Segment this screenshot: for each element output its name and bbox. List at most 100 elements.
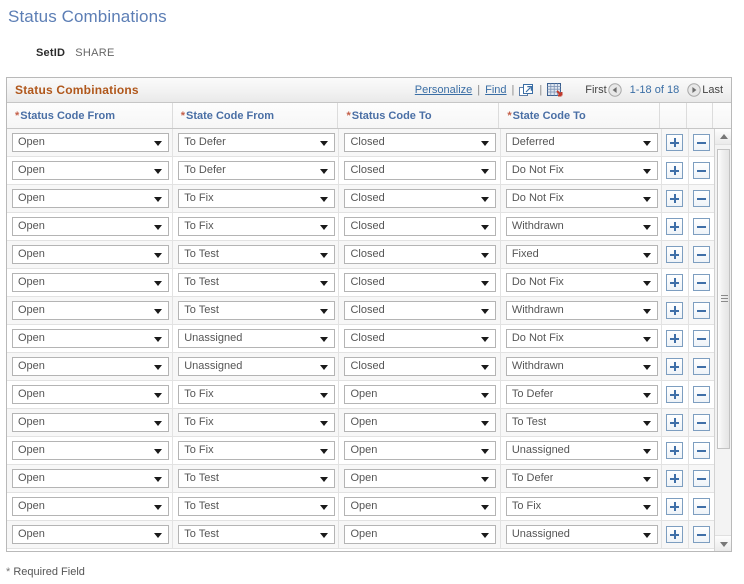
delete-row-button[interactable] (692, 302, 710, 319)
status-code-to-dropdown[interactable]: Closed (344, 301, 497, 320)
status-code-from-dropdown[interactable]: Open (12, 189, 169, 208)
add-row-button[interactable] (666, 442, 684, 459)
status-code-to-dropdown[interactable]: Open (344, 413, 497, 432)
add-row-button[interactable] (666, 330, 684, 347)
scrollbar-thumb[interactable] (717, 149, 730, 449)
state-code-from-dropdown[interactable]: To Defer (178, 161, 336, 180)
status-code-to-dropdown[interactable]: Closed (344, 273, 497, 292)
status-code-to-dropdown[interactable]: Open (344, 525, 497, 544)
delete-row-button[interactable] (692, 498, 710, 515)
add-row-button[interactable] (666, 190, 684, 207)
state-code-to-dropdown[interactable]: Do Not Fix (505, 329, 658, 348)
status-code-to-dropdown[interactable]: Closed (344, 245, 497, 264)
status-code-from-dropdown[interactable]: Open (12, 329, 169, 348)
delete-row-button[interactable] (692, 134, 710, 151)
previous-page-icon[interactable] (607, 83, 622, 97)
status-code-from-dropdown[interactable]: Open (12, 245, 169, 264)
add-row-button[interactable] (666, 358, 684, 375)
state-code-to-dropdown[interactable]: Unassigned (505, 525, 658, 544)
add-row-button[interactable] (666, 302, 684, 319)
delete-row-button[interactable] (692, 470, 710, 487)
status-code-to-dropdown[interactable]: Open (344, 497, 497, 516)
delete-row-button[interactable] (692, 190, 710, 207)
status-code-to-dropdown[interactable]: Closed (344, 161, 497, 180)
state-code-from-dropdown[interactable]: To Test (178, 273, 336, 292)
state-code-from-dropdown[interactable]: To Fix (178, 189, 336, 208)
status-code-to-dropdown[interactable]: Open (344, 469, 497, 488)
state-code-to-dropdown[interactable]: Do Not Fix (505, 161, 658, 180)
grid-vertical-scrollbar[interactable] (714, 129, 731, 551)
state-code-to-dropdown[interactable]: To Test (505, 413, 658, 432)
state-code-from-dropdown[interactable]: To Fix (178, 413, 336, 432)
add-row-button[interactable] (666, 386, 684, 403)
state-code-from-dropdown[interactable]: To Fix (178, 385, 336, 404)
add-row-button[interactable] (666, 274, 684, 291)
delete-row-button[interactable] (692, 218, 710, 235)
delete-row-button[interactable] (692, 330, 710, 347)
add-row-button[interactable] (666, 162, 684, 179)
delete-row-button[interactable] (692, 414, 710, 431)
status-code-to-dropdown[interactable]: Closed (344, 329, 497, 348)
delete-row-button[interactable] (692, 358, 710, 375)
add-row-button[interactable] (666, 134, 684, 151)
find-link[interactable]: Find (485, 84, 506, 96)
status-code-from-dropdown[interactable]: Open (12, 469, 169, 488)
state-code-from-dropdown[interactable]: Unassigned (178, 357, 336, 376)
delete-row-button[interactable] (692, 246, 710, 263)
status-code-from-dropdown[interactable]: Open (12, 525, 169, 544)
add-row-button[interactable] (666, 526, 684, 543)
status-code-to-dropdown[interactable]: Closed (344, 217, 497, 236)
state-code-to-dropdown[interactable]: Deferred (505, 133, 658, 152)
state-code-from-dropdown[interactable]: To Test (178, 245, 336, 264)
status-code-from-dropdown[interactable]: Open (12, 385, 169, 404)
status-code-from-dropdown[interactable]: Open (12, 133, 169, 152)
last-page-link[interactable]: Last (702, 84, 723, 96)
status-code-to-dropdown[interactable]: Closed (344, 357, 497, 376)
state-code-to-dropdown[interactable]: To Defer (505, 385, 658, 404)
status-code-to-dropdown[interactable]: Open (344, 441, 497, 460)
status-code-from-dropdown[interactable]: Open (12, 301, 169, 320)
state-code-from-dropdown[interactable]: To Defer (178, 133, 336, 152)
delete-row-button[interactable] (692, 274, 710, 291)
add-row-button[interactable] (666, 414, 684, 431)
state-code-to-dropdown[interactable]: Withdrawn (505, 357, 658, 376)
status-code-from-dropdown[interactable]: Open (12, 273, 169, 292)
delete-row-button[interactable] (692, 386, 710, 403)
status-code-from-dropdown[interactable]: Open (12, 413, 169, 432)
state-code-from-dropdown[interactable]: To Test (178, 497, 336, 516)
add-row-button[interactable] (666, 246, 684, 263)
new-window-icon[interactable] (519, 83, 534, 98)
add-row-button[interactable] (666, 470, 684, 487)
download-to-spreadsheet-icon[interactable] (547, 82, 563, 98)
status-code-to-dropdown[interactable]: Closed (344, 189, 497, 208)
state-code-to-dropdown[interactable]: Fixed (505, 245, 658, 264)
state-code-to-dropdown[interactable]: Withdrawn (505, 301, 658, 320)
state-code-to-dropdown[interactable]: Withdrawn (505, 217, 658, 236)
first-page-link[interactable]: First (585, 84, 606, 96)
state-code-to-dropdown[interactable]: To Fix (505, 497, 658, 516)
state-code-from-dropdown[interactable]: To Fix (178, 441, 336, 460)
delete-row-button[interactable] (692, 162, 710, 179)
add-row-button[interactable] (666, 218, 684, 235)
state-code-from-dropdown[interactable]: To Fix (178, 217, 336, 236)
delete-row-button[interactable] (692, 442, 710, 459)
add-row-button[interactable] (666, 498, 684, 515)
status-code-from-dropdown[interactable]: Open (12, 357, 169, 376)
delete-row-button[interactable] (692, 526, 710, 543)
state-code-to-dropdown[interactable]: Unassigned (505, 441, 658, 460)
state-code-to-dropdown[interactable]: Do Not Fix (505, 189, 658, 208)
next-page-icon[interactable] (687, 83, 701, 97)
status-code-from-dropdown[interactable]: Open (12, 161, 169, 180)
state-code-to-dropdown[interactable]: To Defer (505, 469, 658, 488)
status-code-from-dropdown[interactable]: Open (12, 497, 169, 516)
state-code-from-dropdown[interactable]: To Test (178, 525, 336, 544)
scroll-down-button[interactable] (715, 535, 731, 551)
status-code-from-dropdown[interactable]: Open (12, 441, 169, 460)
status-code-from-dropdown[interactable]: Open (12, 217, 169, 236)
scroll-up-button[interactable] (715, 129, 731, 145)
state-code-from-dropdown[interactable]: To Test (178, 469, 336, 488)
status-code-to-dropdown[interactable]: Closed (344, 133, 497, 152)
state-code-from-dropdown[interactable]: Unassigned (178, 329, 336, 348)
status-code-to-dropdown[interactable]: Open (344, 385, 497, 404)
state-code-from-dropdown[interactable]: To Test (178, 301, 336, 320)
